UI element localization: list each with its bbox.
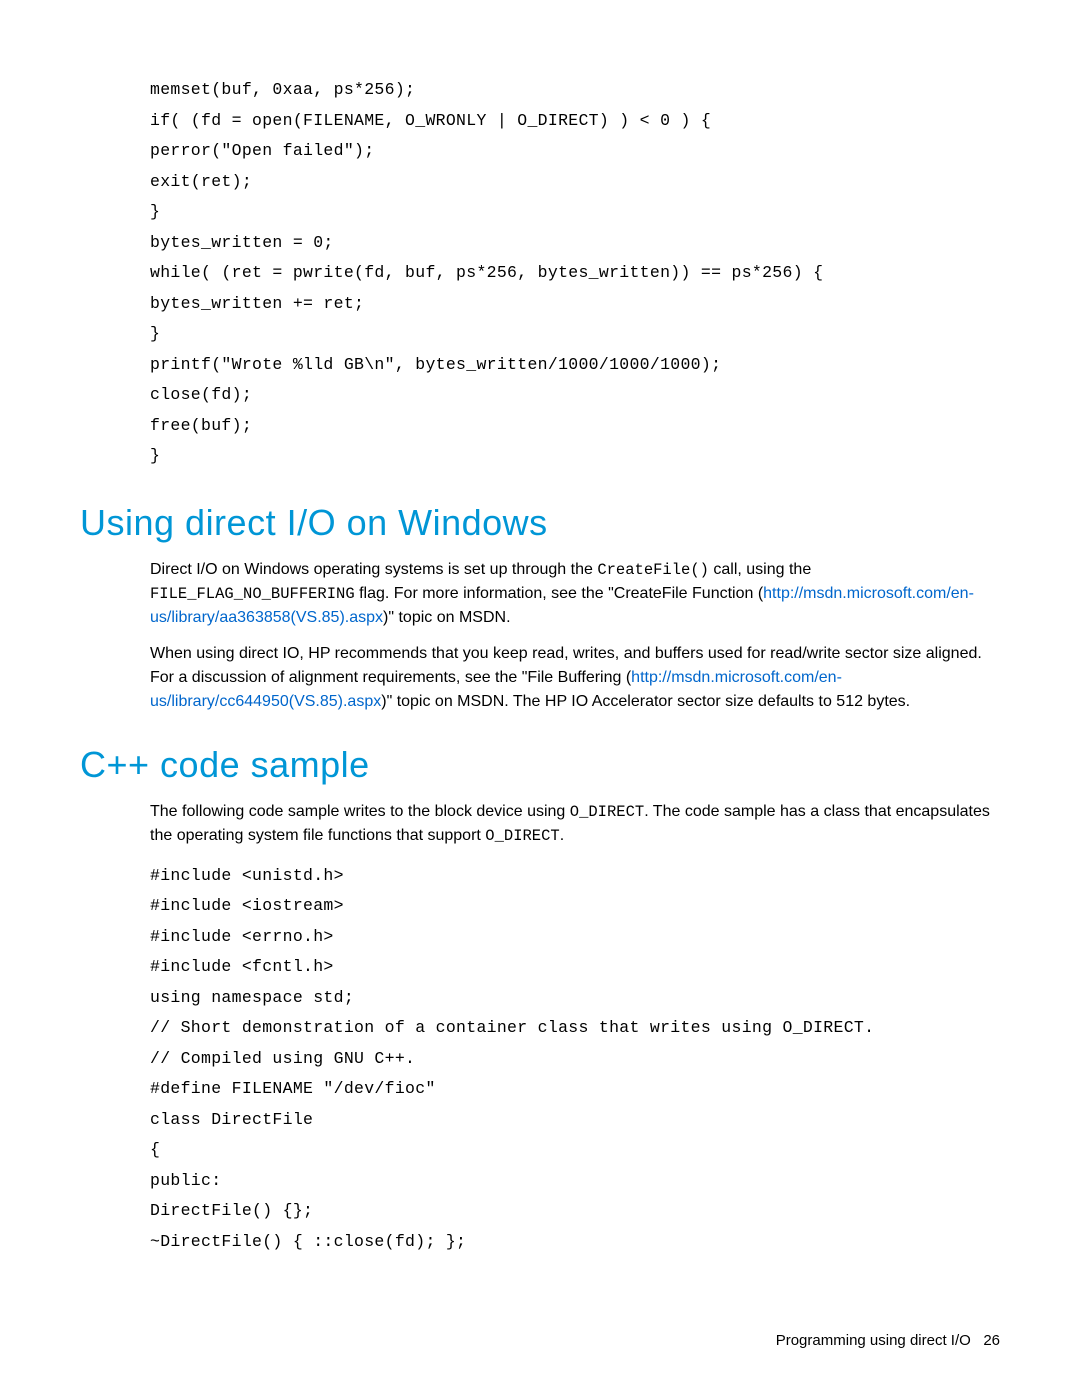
heading-windows: Using direct I/O on Windows: [80, 502, 1000, 544]
paragraph-windows-2: When using direct IO, HP recommends that…: [150, 642, 1000, 714]
text-fragment: When using direct IO, HP recommends that…: [150, 645, 982, 686]
text-fragment: )" topic on MSDN.: [383, 609, 511, 626]
paragraph-cpp: The following code sample writes to the …: [150, 800, 1000, 849]
text-fragment: )" topic on MSDN. The HP IO Accelerator …: [381, 693, 910, 710]
page-footer: Programming using direct I/O 26: [776, 1332, 1000, 1349]
footer-text: Programming using direct I/O: [776, 1332, 971, 1349]
inline-code: FILE_FLAG_NO_BUFFERING: [150, 585, 355, 603]
inline-code: O_DIRECT: [570, 803, 644, 821]
page-number: 26: [983, 1332, 1000, 1349]
code-block-c: memset(buf, 0xaa, ps*256); if( (fd = ope…: [150, 75, 1000, 472]
inline-code: CreateFile(): [597, 561, 709, 579]
paragraph-windows-1: Direct I/O on Windows operating systems …: [150, 558, 1000, 631]
text-fragment: call, using the: [709, 561, 811, 578]
text-fragment: The following code sample writes to the …: [150, 803, 570, 820]
text-fragment: Direct I/O on Windows operating systems …: [150, 561, 597, 578]
text-fragment: .: [560, 827, 564, 844]
text-fragment: flag. For more information, see the "Cre…: [355, 585, 764, 602]
code-block-cpp: #include <unistd.h> #include <iostream> …: [150, 861, 1000, 1258]
heading-cpp: C++ code sample: [80, 744, 1000, 786]
inline-code: O_DIRECT: [485, 827, 559, 845]
